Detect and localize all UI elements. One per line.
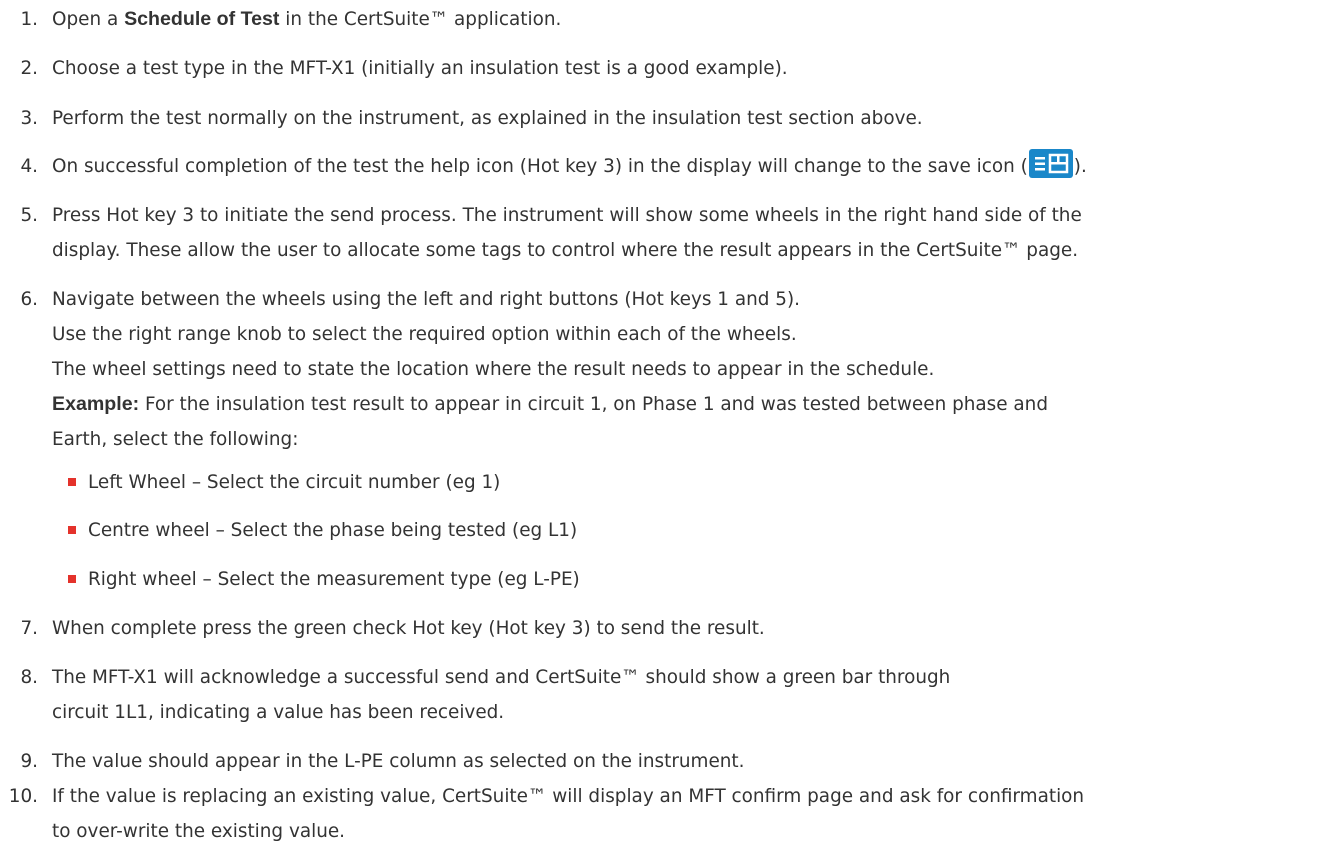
schedule-of-test-label: Schedule of Test — [124, 8, 280, 30]
step-number: 5. — [20, 205, 38, 226]
step-text: Choose a test type in the MFT-X1 (initia… — [52, 58, 788, 79]
step-text: The MFT-X1 will acknowledge a successful… — [52, 667, 951, 723]
example-line: Example: For the insulation test result … — [52, 393, 1049, 415]
example-label: Example: — [52, 393, 140, 415]
step-text: Open a Schedule of Test in the CertSuite… — [52, 8, 562, 30]
step-number: 4. — [20, 156, 38, 177]
step-number: 9. — [20, 751, 38, 772]
step-text: The value should appear in the L-PE colu… — [52, 751, 745, 772]
save-icon — [1028, 149, 1073, 178]
step-text: On successful completion of the test the… — [52, 149, 1087, 184]
step-number: 2. — [20, 58, 38, 79]
step-number: 3. — [20, 108, 38, 129]
step-number: 6. — [20, 289, 38, 310]
step-number: 1. — [20, 9, 38, 30]
bullet-square-icon — [68, 478, 76, 486]
bullet-square-icon — [68, 575, 76, 583]
instruction-list: 1. Open a Schedule of Test in the CertSu… — [0, 0, 1344, 852]
step-text: Press Hot key 3 to initiate the send pro… — [52, 205, 1082, 261]
step-number: 7. — [20, 618, 38, 639]
step-text: Perform the test normally on the instrum… — [52, 108, 923, 129]
bullet-square-icon — [68, 526, 76, 534]
step-text: When complete press the green check Hot … — [52, 618, 765, 639]
step-number: 10. — [8, 786, 38, 807]
step-number: 8. — [20, 667, 38, 688]
step-text: Navigate between the wheels using the le… — [52, 289, 1049, 450]
step-text: If the value is replacing an existing va… — [52, 786, 1085, 842]
